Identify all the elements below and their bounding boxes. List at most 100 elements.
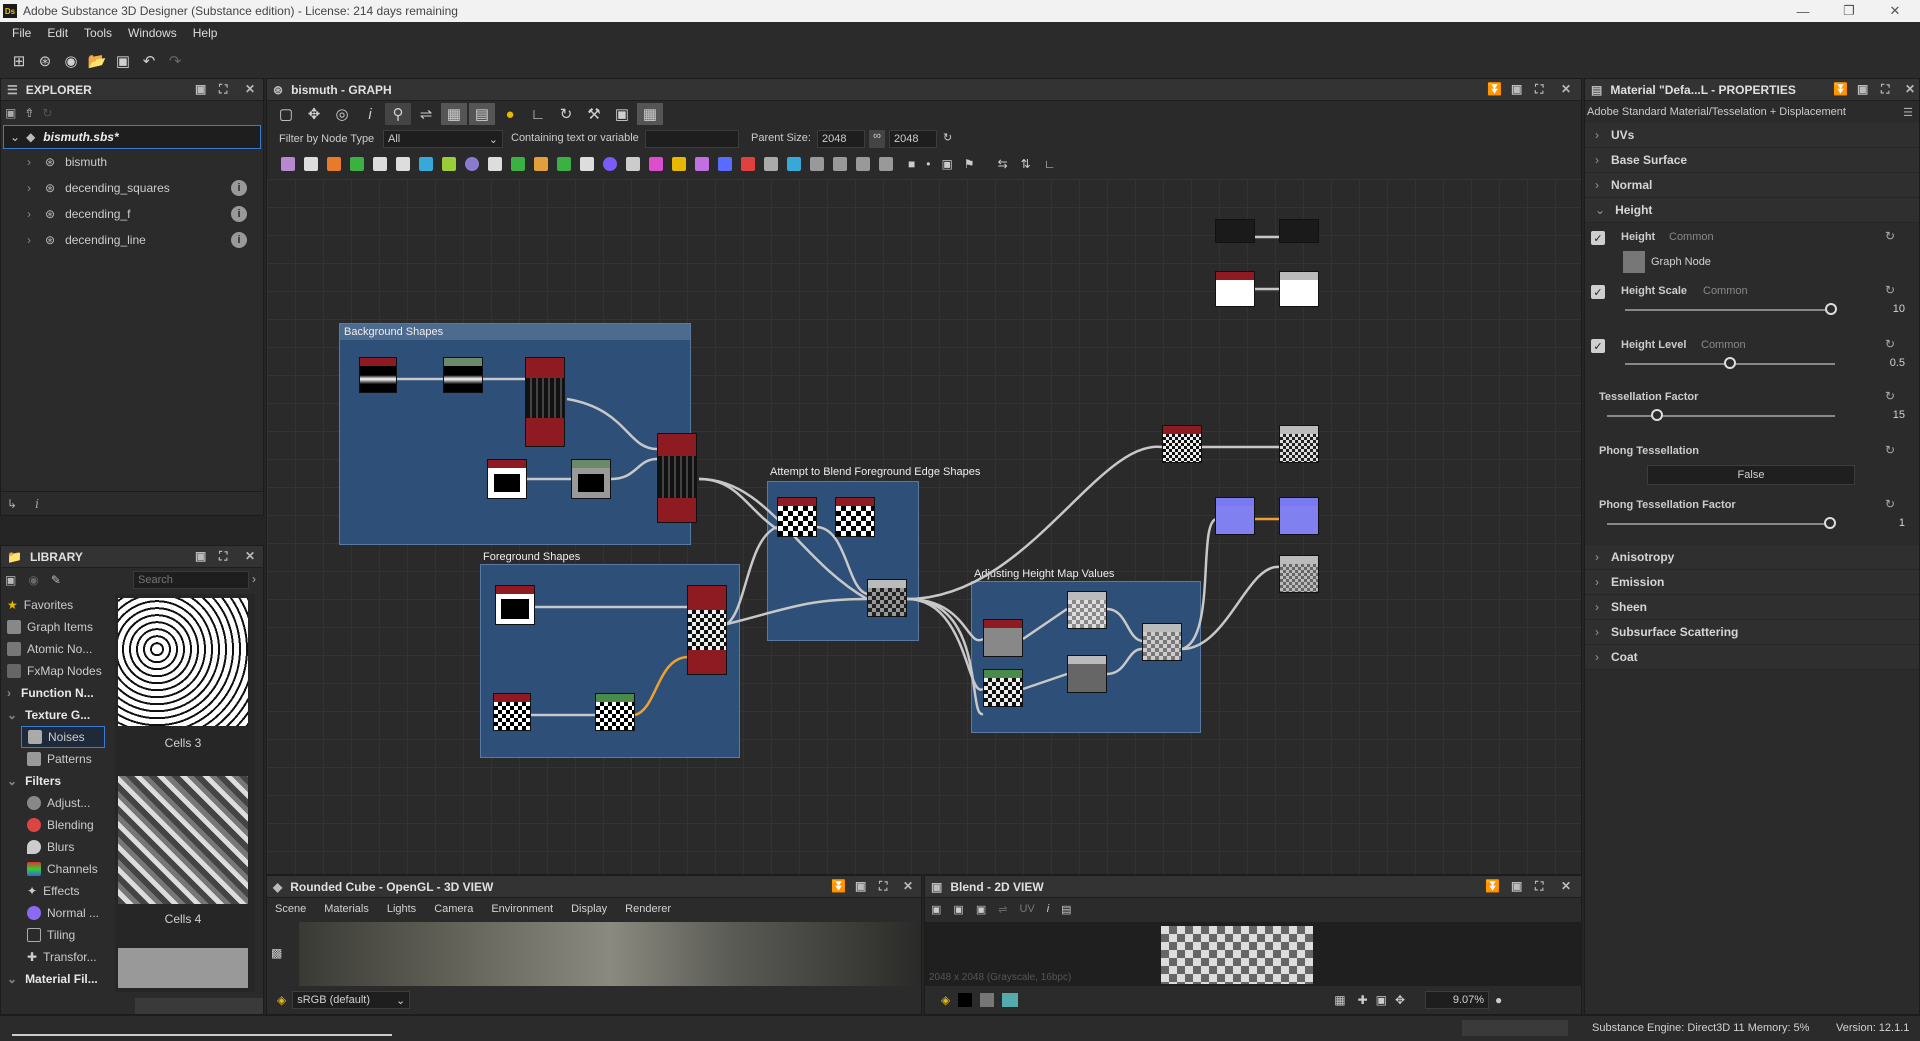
section-anisotropy[interactable]: › Anisotropy [1585,545,1919,570]
graph-node[interactable] [777,497,817,537]
reset-icon[interactable]: ↻ [1885,389,1895,403]
tools-icon[interactable]: ⚒ [581,103,607,125]
phong-factor-track[interactable] [1607,523,1835,525]
export-icon[interactable]: ⇮ [24,106,34,120]
frame-all-icon[interactable]: ▢ [273,103,299,125]
menu-renderer[interactable]: Renderer [625,903,671,915]
info-icon[interactable]: i [231,206,247,222]
info-icon[interactable]: i [231,180,247,196]
comment-icon[interactable]: ■ [908,157,915,171]
menu-windows[interactable]: Windows [128,26,177,40]
align-h-icon[interactable]: ⇆ [998,157,1008,171]
section-subsurface[interactable]: › Subsurface Scattering [1585,620,1919,645]
float-icon[interactable]: ▣ [195,549,206,563]
category-filters[interactable]: ⌄ Filters [1,770,113,792]
edit-icon[interactable]: ✎ [51,573,61,587]
fit-icon[interactable]: ▣ [1376,993,1387,1007]
bitmap-paint-icon[interactable] [741,157,755,171]
pixel-icon[interactable]: ✚ [1358,993,1368,1007]
maximize-panel-icon[interactable]: ⛶ [1535,82,1543,97]
uv-toggle[interactable]: UV [1019,903,1034,915]
frame-icon[interactable] [879,157,893,171]
graph-node[interactable] [1162,425,1202,463]
output-node[interactable] [1279,425,1319,463]
output-node[interactable] [1279,497,1319,535]
normal-map-icon[interactable] [603,157,617,171]
curve-node-icon[interactable] [350,157,364,171]
category-transform[interactable]: ✚ Transfor... [21,946,113,968]
redo-icon[interactable]: ↷ [162,50,188,72]
pin-icon[interactable]: ⏬ [1833,82,1848,96]
reset-icon[interactable]: ↻ [1885,337,1895,351]
menu-lights[interactable]: Lights [387,903,416,915]
reset-icon[interactable]: ↻ [1885,443,1895,457]
color-node-icon[interactable] [327,157,341,171]
close-panel-icon[interactable]: ✕ [1561,879,1571,893]
black-bg-icon[interactable] [958,993,973,1007]
grid-node-icon[interactable] [488,157,502,171]
save-image-icon[interactable]: ▣ [953,903,963,916]
cells3-thumbnail[interactable] [118,598,248,726]
graph-node[interactable] [493,693,531,731]
maximize-panel-icon[interactable]: ⛶ [219,82,227,97]
value-processor-icon[interactable] [810,157,824,171]
height-scale-knob[interactable] [1824,303,1837,315]
transform-node-icon[interactable] [419,157,433,171]
pin-icon[interactable]: ⏬ [831,879,846,893]
package-row[interactable]: ⌄ ◆ bismuth.sbs* [3,125,261,149]
svg-node-icon[interactable] [718,157,732,171]
graph-node[interactable] [983,619,1023,657]
graph-node[interactable] [571,459,611,499]
output-node[interactable] [1279,271,1319,307]
menu-materials[interactable]: Materials [324,903,369,915]
save-package-icon[interactable]: ▣ [5,106,16,120]
graph-node[interactable] [1067,591,1107,629]
maximize-button[interactable]: ❐ [1826,0,1872,22]
section-emission[interactable]: › Emission [1585,570,1919,595]
menu-icon[interactable]: ☰ [1903,106,1913,119]
menu-help[interactable]: Help [193,26,218,40]
link-size-icon[interactable]: ∞ [869,130,885,148]
output-node[interactable] [1279,219,1319,243]
grid-icon[interactable]: ▦ [637,103,663,125]
category-normal[interactable]: Normal ... [21,902,113,924]
open-icon[interactable]: 📂 [84,50,110,72]
grid-icon[interactable]: ▦ [1334,993,1345,1007]
graph-node[interactable] [687,585,727,675]
menu-tools[interactable]: Tools [84,26,112,40]
blend-node-icon[interactable] [373,157,387,171]
section-base-surface[interactable]: › Base Surface [1585,148,1919,173]
maximize-panel-icon[interactable]: ⛶ [879,879,887,894]
library-search-input[interactable] [133,571,249,589]
shuffle-node-icon[interactable] [396,157,410,171]
category-blending[interactable]: Blending [21,814,113,836]
height-scale-track[interactable] [1625,309,1835,311]
normal-node-icon[interactable] [465,157,479,171]
link-icon[interactable]: ⇌ [413,103,439,125]
undo-icon[interactable]: ↶ [136,50,162,72]
float-icon[interactable]: ▣ [1511,82,1522,96]
align-v-icon[interactable]: ⇅ [1021,157,1031,171]
bitmap-node-icon[interactable] [281,157,295,171]
section-coat[interactable]: › Coat [1585,645,1919,670]
category-blurs[interactable]: Blurs [21,836,113,858]
menu-environment[interactable]: Environment [491,903,553,915]
float-icon[interactable]: ▣ [1857,82,1868,96]
category-channels[interactable]: Channels [21,858,113,880]
section-normal[interactable]: › Normal [1585,173,1919,198]
close-panel-icon[interactable]: ✕ [245,82,255,96]
menu-display[interactable]: Display [571,903,607,915]
camera-icon[interactable]: ▩ [271,946,282,960]
close-panel-icon[interactable]: ✕ [1905,82,1915,96]
category-tiling[interactable]: Tiling [21,924,113,946]
maximize-panel-icon[interactable]: ⛶ [219,549,227,564]
zoom-field[interactable]: 9.07% [1425,991,1490,1009]
graph-node[interactable] [487,459,527,499]
layers-icon[interactable]: ◈ [277,993,286,1007]
flag-icon[interactable]: ⚑ [964,157,975,171]
graph-node[interactable] [657,433,697,523]
category-graph-items[interactable]: Graph Items [1,616,113,638]
close-panel-icon[interactable]: ✕ [903,879,913,893]
pin-icon[interactable]: ⏬ [1485,879,1500,893]
next-thumbnail[interactable] [118,948,248,988]
